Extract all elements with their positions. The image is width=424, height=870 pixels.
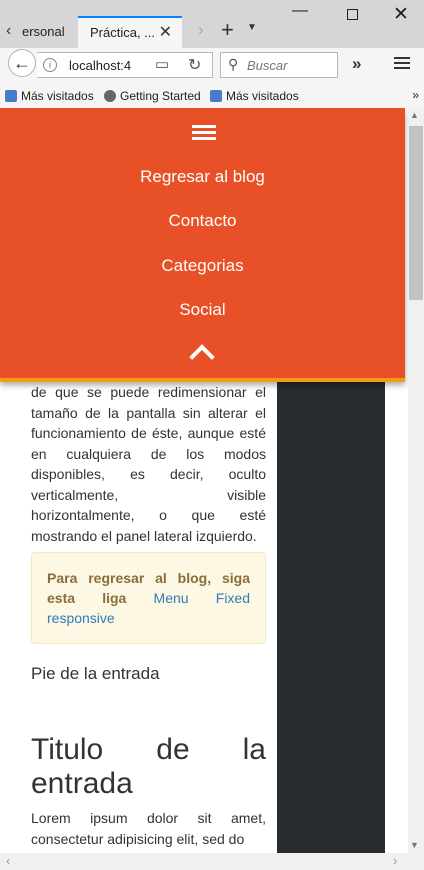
lorem-paragraph: Lorem ipsum dolor sit amet, consectetur … [31,810,266,847]
scroll-right-arrow-icon[interactable]: › [393,853,397,868]
entry-title: Titulo de la entrada [31,733,266,800]
bookmarks-overflow-icon[interactable]: » [412,88,419,102]
bookmark-label: Getting Started [120,89,201,103]
tab-scroll-left-icon[interactable]: ‹ [6,22,11,40]
entry-footer: Pie de la entrada [31,664,160,683]
vertical-scrollbar-thumb[interactable] [409,126,423,300]
article-paragraph: de que se puede redimensionar el tamaño … [31,384,266,544]
bookmark-folder-icon [210,90,222,102]
globe-icon [104,90,116,102]
reload-icon[interactable]: ↻ [188,55,201,75]
close-tab-icon[interactable]: ✕ [159,22,172,42]
tab-label: ersonal [22,24,65,39]
alert-box: Para regresar al blog, siga esta liga Me… [31,552,266,644]
search-icon: ⚲ [228,56,239,72]
menu-item-contacto[interactable]: Contacto [0,211,405,231]
scroll-left-arrow-icon[interactable]: ‹ [6,853,10,868]
tab-practica[interactable]: Práctica, ... ✕ [78,16,182,48]
page-viewport: de que se puede redimensionar el tamaño … [0,108,408,853]
bookmark-label: Más visitados [226,89,299,103]
url-text[interactable]: localhost:4 [69,58,135,73]
menu-item-social[interactable]: Social [0,300,405,320]
info-icon[interactable]: i [43,58,57,72]
menu-toggle-icon[interactable] [192,125,216,143]
tab-list-icon[interactable]: ▼ [247,22,257,33]
tab-label: Práctica, ... [90,25,156,40]
menu-item-categorias[interactable]: Categorias [0,256,405,276]
toolbar-overflow-icon[interactable]: » [352,54,361,74]
search-input[interactable]: Buscar [247,58,287,73]
tab-scroll-right-icon[interactable]: › [198,20,204,40]
collapse-chevron-up-icon[interactable] [189,344,215,370]
maximize-icon[interactable] [347,9,358,20]
reader-view-icon[interactable]: ▭ [155,55,169,73]
scrollbar-corner [408,853,424,870]
bookmark-folder-icon [5,90,17,102]
hamburger-menu-icon[interactable] [394,57,410,72]
tab-personal[interactable]: ‹ ersonal [4,16,76,48]
overlay-menu: Regresar al blog Contacto Categorias Soc… [0,108,405,382]
bookmarks-bar: Más visitados Getting Started Más visita… [0,86,424,109]
back-button[interactable]: ← [8,49,36,77]
horizontal-scrollbar[interactable] [0,853,408,870]
bookmark-item[interactable]: Getting Started [104,89,201,103]
bookmark-item[interactable]: Más visitados [210,89,299,103]
bookmark-item[interactable]: Más visitados [5,89,94,103]
new-tab-icon[interactable]: + [221,17,234,43]
close-window-icon[interactable]: ✕ [393,3,409,26]
menu-item-regresar[interactable]: Regresar al blog [0,167,405,187]
bookmark-label: Más visitados [21,89,94,103]
scroll-down-arrow-icon[interactable]: ▼ [410,840,419,850]
minimize-icon[interactable]: — [292,2,308,20]
scroll-up-arrow-icon[interactable]: ▲ [410,110,419,120]
